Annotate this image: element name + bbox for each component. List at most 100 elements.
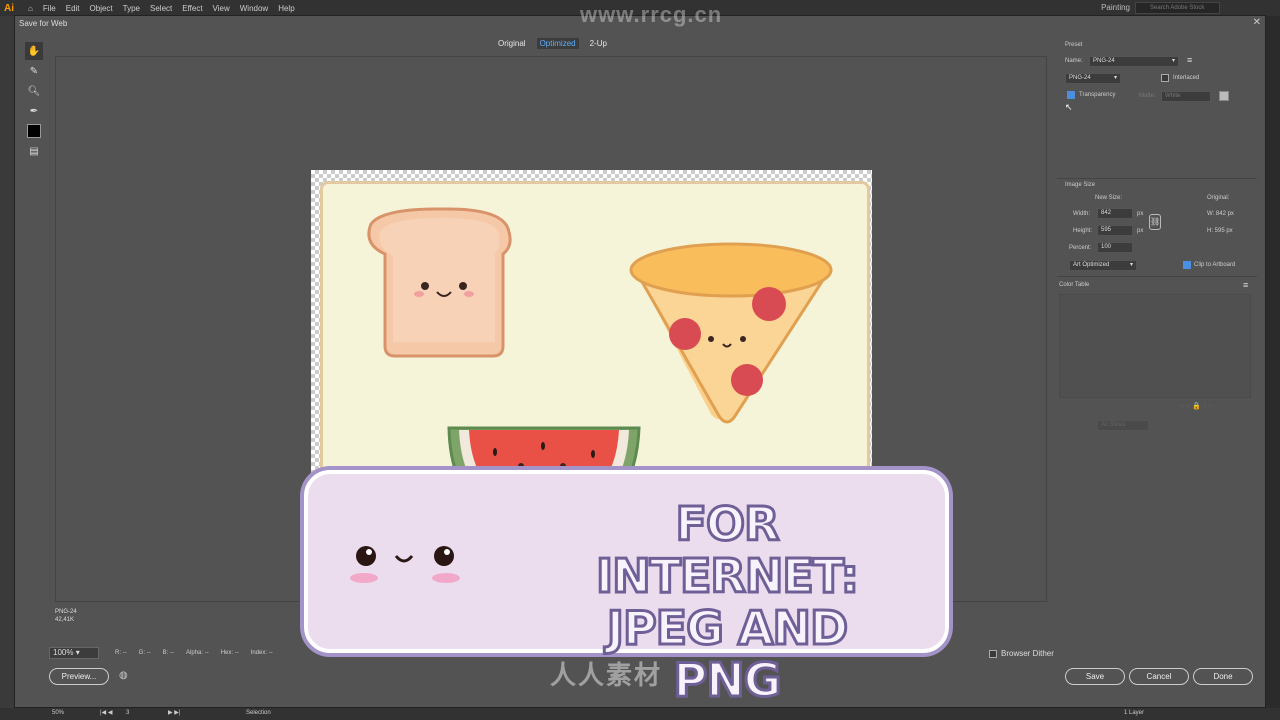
new-size-label: New Size:: [1095, 195, 1123, 201]
resample-value: Art Optimized: [1073, 262, 1110, 268]
format-select[interactable]: PNG-24 ▾: [1065, 73, 1121, 84]
eyedropper-icon[interactable]: ✒: [25, 102, 43, 120]
close-icon[interactable]: ✕: [1253, 17, 1261, 28]
color-table-area: [1059, 294, 1251, 398]
interlaced-label: Interlaced: [1173, 75, 1200, 81]
menu-help[interactable]: Help: [278, 4, 294, 13]
browser-dither-checkbox[interactable]: Browser Dither: [989, 649, 1054, 658]
illustrator-logo: Ai: [4, 2, 14, 14]
width-input[interactable]: 842: [1097, 208, 1133, 219]
preset-menu-icon[interactable]: ≡: [1187, 55, 1192, 65]
checkbox-checked: [1183, 261, 1191, 269]
matte-select[interactable]: White: [1161, 91, 1211, 102]
clip-to-artboard-label: Clip to Artboard: [1194, 262, 1236, 268]
page-nav-icons[interactable]: |◀ ◀: [100, 709, 112, 716]
preset-label: Preset: [1065, 42, 1083, 48]
app-zoom[interactable]: 50%: [52, 710, 64, 716]
save-button[interactable]: Save: [1065, 668, 1125, 685]
readout-index: Index: --: [250, 650, 273, 656]
pizza-illustration: [629, 242, 833, 424]
watermark-logo: 人人素材: [550, 660, 663, 690]
divider: [1057, 276, 1257, 277]
preset-name-value: PNG-24: [1093, 58, 1115, 64]
transparency-label: Transparency: [1079, 92, 1116, 98]
browser-dither-label: Browser Dither: [1001, 649, 1054, 658]
layer-count: 1 Layer: [1124, 710, 1145, 716]
menu-select[interactable]: Select: [150, 4, 172, 13]
format-value: PNG-24: [1069, 75, 1091, 81]
home-icon[interactable]: ⌂: [28, 4, 33, 13]
zoom-select[interactable]: 100% ▾: [49, 647, 99, 659]
checkbox-checked: [1067, 91, 1075, 99]
height-label: Height:: [1073, 228, 1093, 234]
globe-icon[interactable]: ◍: [119, 670, 128, 681]
readout-b: B: --: [162, 650, 175, 656]
app-toolbar-strip: [0, 16, 14, 720]
clip-to-artboard-checkbox[interactable]: Clip to Artboard: [1183, 261, 1235, 269]
toggle-slices-icon[interactable]: ▤: [25, 142, 43, 160]
color-table-menu-icon[interactable]: ≡: [1243, 280, 1248, 290]
stock-search-input[interactable]: Search Adobe Stock: [1135, 2, 1220, 14]
height-unit: px: [1137, 228, 1144, 234]
checkbox-box: [1161, 74, 1169, 82]
preview-preset-select[interactable]: All Slices: [1097, 420, 1149, 431]
done-button[interactable]: Done: [1193, 668, 1253, 685]
app-status-bar: 50% |◀ ◀ 3 ▶ ▶| Selection 1 Layer: [0, 708, 1280, 720]
eyedropper-color-swatch[interactable]: [27, 124, 41, 138]
link-proportions-icon[interactable]: ⛓: [1149, 214, 1161, 230]
dialog-tools: ✋ ✎ 🔍︎ ✒ ▤: [25, 42, 43, 162]
percent-label: Percent:: [1069, 245, 1092, 251]
mouse-cursor-icon: ↖: [1065, 102, 1073, 112]
dialog-title: Save for Web: [19, 19, 68, 28]
slice-select-icon[interactable]: ✎: [25, 62, 43, 80]
width-label: Width:: [1073, 211, 1091, 217]
width-unit: px: [1137, 211, 1144, 217]
tab-2up[interactable]: 2-Up: [587, 38, 610, 49]
watermark-url: www.rrcg.cn: [580, 2, 723, 27]
cancel-button[interactable]: Cancel: [1129, 668, 1189, 685]
menu-effect[interactable]: Effect: [182, 4, 202, 13]
matte-label: Matte:: [1139, 93, 1156, 99]
zoom-icon[interactable]: 🔍︎: [25, 82, 43, 100]
menu-edit[interactable]: Edit: [66, 4, 80, 13]
tab-optimized[interactable]: Optimized: [536, 38, 579, 49]
menu-window[interactable]: Window: [240, 4, 268, 13]
name-label: Name:: [1065, 58, 1083, 64]
original-height: H: 595 px: [1207, 228, 1233, 234]
original-label: Original:: [1207, 195, 1230, 201]
zoom-value: 100%: [53, 648, 74, 657]
percent-input[interactable]: 100: [1097, 242, 1133, 253]
menu-file[interactable]: File: [43, 4, 56, 13]
readout-g: G: --: [138, 650, 151, 656]
workspace-switcher[interactable]: Painting: [1101, 3, 1130, 12]
artboard-number[interactable]: 3: [126, 710, 129, 716]
kawaii-face: [350, 546, 460, 583]
image-size-label: Image Size: [1065, 182, 1096, 188]
color-readouts: R: -- G: -- B: -- Alpha: -- Hex: -- Inde…: [115, 650, 273, 656]
view-tabs: Original Optimized 2-Up: [495, 38, 610, 49]
color-table-tool-icons[interactable]: ▫▫🔒▫▫: [1181, 402, 1215, 410]
height-input[interactable]: 595: [1097, 225, 1133, 236]
page-next-icons[interactable]: ▶ ▶|: [168, 709, 180, 716]
toast-illustration: [367, 207, 512, 358]
promo-line-1: FOR INTERNET:: [594, 497, 860, 604]
preview-button[interactable]: Preview...: [49, 668, 109, 685]
divider: [1057, 178, 1257, 179]
transparency-checkbox[interactable]: Transparency: [1067, 91, 1115, 99]
readout-alpha: Alpha: --: [186, 650, 209, 656]
promo-banner: FOR INTERNET: JPEG AND PNG: [304, 470, 949, 708]
current-tool: Selection: [246, 710, 271, 716]
preset-name-select[interactable]: PNG-24 ▾: [1089, 56, 1179, 67]
hand-icon[interactable]: ✋: [25, 42, 43, 60]
optimized-status: PNG-24 42,41K: [55, 608, 77, 624]
readout-r: R: --: [115, 650, 127, 656]
resample-select[interactable]: Art Optimized ▾: [1069, 260, 1137, 271]
menu-type[interactable]: Type: [123, 4, 140, 13]
interlaced-checkbox[interactable]: Interlaced: [1161, 74, 1199, 82]
tab-original[interactable]: Original: [495, 38, 529, 49]
status-size: 42,41K: [55, 617, 75, 623]
matte-swatch[interactable]: [1219, 91, 1229, 101]
menu-view[interactable]: View: [213, 4, 230, 13]
readout-hex: Hex: --: [220, 650, 239, 656]
menu-object[interactable]: Object: [90, 4, 113, 13]
